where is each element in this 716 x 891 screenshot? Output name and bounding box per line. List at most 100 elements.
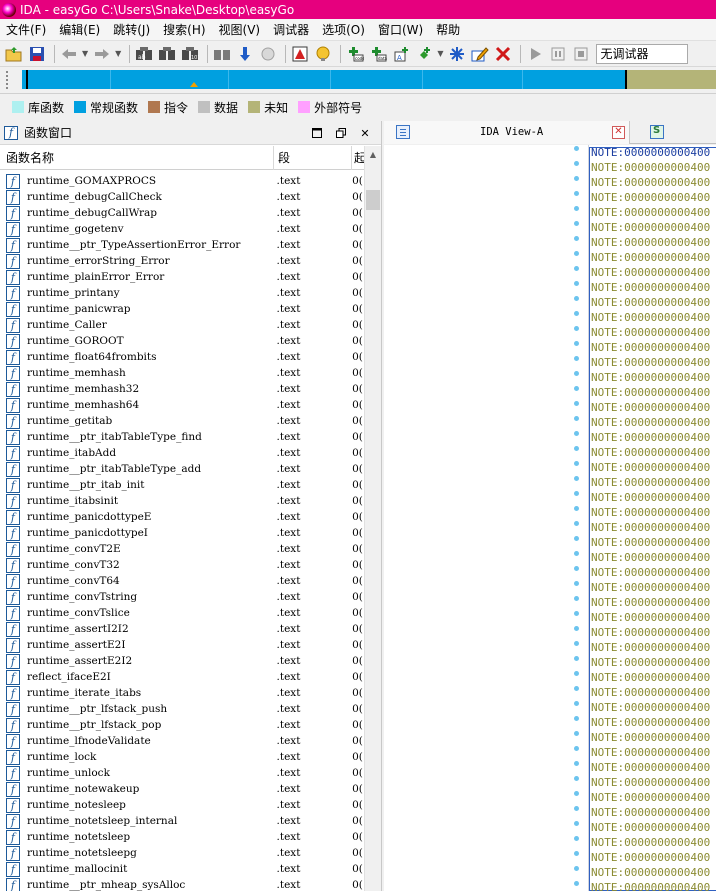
disassembly-line[interactable]: NOTE:0000000000400 — [589, 490, 716, 505]
function-row[interactable]: f runtime_lock .text 0( — [0, 749, 364, 765]
disassembly-line[interactable]: NOTE:0000000000400 — [589, 400, 716, 415]
disassembly-line[interactable]: NOTE:0000000000400 — [589, 685, 716, 700]
function-row[interactable]: f runtime_assertI2I2 .text 0( — [0, 621, 364, 637]
function-row[interactable]: f runtime_errorString_Error .text 0( — [0, 253, 364, 269]
disassembly-line[interactable]: NOTE:0000000000400 — [589, 835, 716, 850]
function-row[interactable]: f runtime_notewakeup .text 0( — [0, 781, 364, 797]
function-row[interactable]: f runtime_printany .text 0( — [0, 285, 364, 301]
pause-icon[interactable] — [548, 44, 568, 64]
scrollbar-thumb[interactable] — [366, 190, 380, 210]
search-next-icon[interactable] — [212, 44, 232, 64]
navigation-bar[interactable] — [22, 70, 716, 89]
disassembly-line[interactable]: NOTE:0000000000400 — [589, 295, 716, 310]
disassembly-line[interactable]: NOTE:0000000000400 — [589, 250, 716, 265]
disassembly-line[interactable]: NOTE:0000000000400 — [589, 505, 716, 520]
disassembly-line[interactable]: NOTE:0000000000400 — [589, 790, 716, 805]
function-row[interactable]: f runtime_debugCallWrap .text 0( — [0, 205, 364, 221]
function-row[interactable]: f runtime_memhash .text 0( — [0, 365, 364, 381]
jump-down-icon[interactable] — [235, 44, 255, 64]
function-row[interactable]: f runtime_panicdottypeE .text 0( — [0, 509, 364, 525]
function-row[interactable]: f runtime_notesleep .text 0( — [0, 797, 364, 813]
function-row[interactable]: f runtime__ptr_lfstack_push .text 0( — [0, 701, 364, 717]
add-code-icon[interactable]: code — [345, 44, 365, 64]
menu-windows[interactable]: 窗口(W) — [372, 21, 430, 38]
disassembly-line[interactable]: NOTE:0000000000400 — [589, 280, 716, 295]
disassembly-line[interactable]: NOTE:0000000000400 — [589, 580, 716, 595]
function-row[interactable]: f runtime__ptr_itab_init .text 0( — [0, 477, 364, 493]
disassembly-line[interactable]: NOTE:0000000000400 — [589, 190, 716, 205]
function-row[interactable]: f runtime_mallocinit .text 0( — [0, 861, 364, 877]
disassembly-line[interactable]: NOTE:0000000000400 — [589, 850, 716, 865]
vertical-scrollbar[interactable]: ▲ — [364, 146, 381, 891]
lightbulb-icon[interactable] — [313, 44, 333, 64]
function-row[interactable]: f runtime_convT32 .text 0( — [0, 557, 364, 573]
maximize-icon[interactable] — [309, 125, 325, 141]
debugger-select[interactable]: 无调试器 — [596, 43, 689, 64]
disassembly-line[interactable]: NOTE:0000000000400 — [589, 730, 716, 745]
disassembly-line[interactable]: NOTE:0000000000400 — [589, 430, 716, 445]
function-row[interactable]: f runtime_debugCallCheck .text 0( — [0, 189, 364, 205]
function-row[interactable]: f runtime_GOMAXPROCS .text 0( — [0, 173, 364, 189]
function-row[interactable]: f runtime_itabsinit .text 0( — [0, 493, 364, 509]
restore-icon[interactable] — [333, 125, 349, 141]
disassembly-line[interactable]: NOTE:0000000000400 — [589, 145, 716, 160]
disassembly-line[interactable]: NOTE:0000000000400 — [589, 445, 716, 460]
disassembly-line[interactable]: NOTE:0000000000400 — [589, 595, 716, 610]
function-row[interactable]: f runtime_itabAdd .text 0( — [0, 445, 364, 461]
disassembly-line[interactable]: NOTE:0000000000400 — [589, 565, 716, 580]
function-row[interactable]: f runtime_convT64 .text 0( — [0, 573, 364, 589]
disassembly-listing[interactable]: NOTE:0000000000400 NOTE:0000000000400 NOTE… — [588, 145, 716, 891]
stop-icon[interactable] — [571, 44, 591, 64]
run-icon[interactable] — [525, 44, 545, 64]
disassembly-line[interactable]: NOTE:0000000000400 — [589, 265, 716, 280]
tab-strings[interactable] — [636, 121, 716, 144]
ida-view-a[interactable]: NOTE:0000000000400 NOTE:0000000000400 NOTE… — [384, 145, 716, 891]
save-icon[interactable] — [27, 44, 47, 64]
disassembly-line[interactable]: NOTE:0000000000400 — [589, 715, 716, 730]
menu-jump[interactable]: 跳转(J) — [107, 21, 157, 38]
function-row[interactable]: f runtime_float64frombits .text 0( — [0, 349, 364, 365]
back-icon[interactable] — [59, 44, 79, 64]
function-row[interactable]: f runtime__ptr_lfstack_pop .text 0( — [0, 717, 364, 733]
edit-icon[interactable] — [470, 44, 490, 64]
add-enum-icon[interactable] — [447, 44, 467, 64]
disassembly-line[interactable]: NOTE:0000000000400 — [589, 355, 716, 370]
function-row[interactable]: f runtime_unlock .text 0( — [0, 765, 364, 781]
disassembly-line[interactable]: NOTE:0000000000400 — [589, 325, 716, 340]
function-row[interactable]: f runtime_convTstring .text 0( — [0, 589, 364, 605]
search-immediate-icon[interactable]: 101 — [180, 44, 200, 64]
disassembly-line[interactable]: NOTE:0000000000400 — [589, 370, 716, 385]
function-row[interactable]: f runtime_convT2E .text 0( — [0, 541, 364, 557]
function-row[interactable]: f runtime__ptr_itabTableType_add .text 0( — [0, 461, 364, 477]
open-icon[interactable] — [4, 44, 24, 64]
menu-edit[interactable]: 编辑(E) — [53, 21, 107, 38]
disassembly-line[interactable]: NOTE:0000000000400 — [589, 310, 716, 325]
function-row[interactable]: f runtime_iterate_itabs .text 0( — [0, 685, 364, 701]
disassembly-line[interactable]: NOTE:0000000000400 — [589, 205, 716, 220]
function-row[interactable]: f runtime_panicwrap .text 0( — [0, 301, 364, 317]
disassembly-line[interactable]: NOTE:0000000000400 — [589, 760, 716, 775]
function-row[interactable]: f runtime_panicdottypeI .text 0( — [0, 525, 364, 541]
chevron-down-icon[interactable]: ▼ — [437, 49, 443, 58]
menu-debugger[interactable]: 调试器 — [267, 21, 316, 38]
disassembly-line[interactable]: NOTE:0000000000400 — [589, 805, 716, 820]
function-row[interactable]: f reflect_ifaceE2I .text 0( — [0, 669, 364, 685]
disassembly-line[interactable]: NOTE:0000000000400 — [589, 625, 716, 640]
column-segment[interactable]: 段 — [274, 145, 352, 170]
breakpoint-icon[interactable] — [258, 44, 278, 64]
column-function-name[interactable]: 函数名称 — [0, 145, 274, 170]
disassembly-line[interactable]: NOTE:0000000000400 — [589, 340, 716, 355]
disassembly-line[interactable]: NOTE:0000000000400 — [589, 220, 716, 235]
function-row[interactable]: f runtime_memhash32 .text 0( — [0, 381, 364, 397]
function-row[interactable]: f runtime_lfnodeValidate .text 0( — [0, 733, 364, 749]
function-row[interactable]: f runtime__ptr_mheap_sysAlloc .text 0( — [0, 877, 364, 891]
disassembly-line[interactable]: NOTE:0000000000400 — [589, 160, 716, 175]
disassembly-line[interactable]: NOTE:0000000000400 — [589, 520, 716, 535]
function-row[interactable]: f runtime_assertE2I2 .text 0( — [0, 653, 364, 669]
scroll-up-icon[interactable]: ▲ — [365, 146, 381, 162]
function-row[interactable]: f runtime_plainError_Error .text 0( — [0, 269, 364, 285]
function-row[interactable]: f runtime__ptr_itabTableType_find .text 0( — [0, 429, 364, 445]
menu-help[interactable]: 帮助 — [430, 21, 467, 38]
function-row[interactable]: f runtime_Caller .text 0( — [0, 317, 364, 333]
disassembly-line[interactable]: NOTE:0000000000400 — [589, 235, 716, 250]
